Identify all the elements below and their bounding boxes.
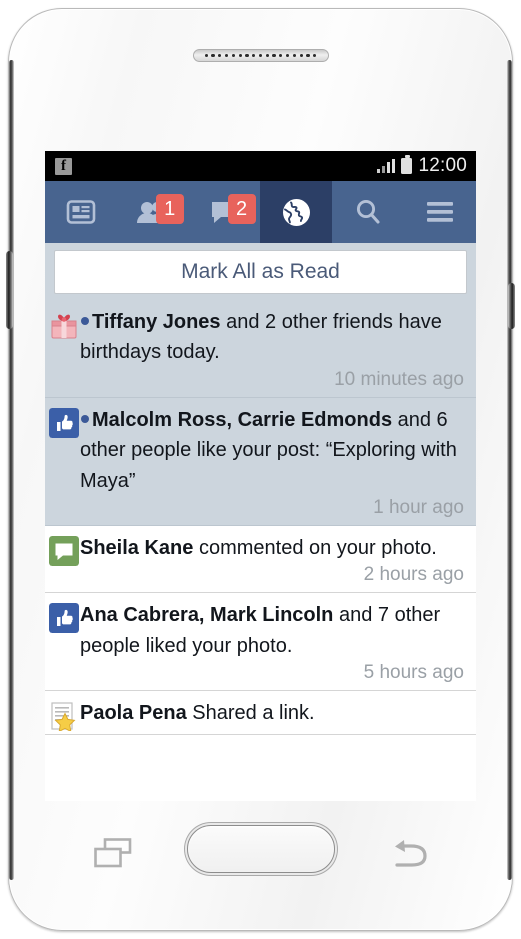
notification-text: Tiffany Jones and 2 other friends have b… <box>80 307 468 368</box>
notification-item[interactable]: Paola Pena Shared a link. <box>45 691 476 736</box>
speaker-hole <box>258 53 263 58</box>
notification-body: Malcolm Ross, Carrie Edmonds and 6 other… <box>79 405 468 522</box>
notification-timestamp: 1 hour ago <box>373 496 464 518</box>
speaker-hole <box>306 53 310 58</box>
speaker-hole <box>272 53 276 58</box>
nav-button-friend-requests[interactable]: 1 <box>117 181 189 243</box>
speaker-hole <box>204 53 208 58</box>
speaker-hole <box>218 53 222 58</box>
notification-timestamp: 2 hours ago <box>363 564 464 586</box>
shared-link-star-icon <box>49 701 79 732</box>
notification-actor: Malcolm Ross, Carrie Edmonds <box>92 408 393 431</box>
speaker-hole <box>252 53 256 58</box>
nav-button-notifications[interactable] <box>260 181 333 243</box>
unread-dot-icon <box>81 415 89 423</box>
thumbs-up-icon <box>49 603 79 634</box>
speaker-hole <box>279 53 283 58</box>
notification-body: Ana Cabrera, Mark Lincoln and 7 other pe… <box>79 600 468 687</box>
speaker-hole <box>211 53 215 58</box>
speaker-hole <box>231 53 235 58</box>
notification-timestamp: 5 hours ago <box>363 662 464 684</box>
notification-detail: Shared a link. <box>186 702 315 725</box>
notification-text: Malcolm Ross, Carrie Edmonds and 6 other… <box>80 405 468 496</box>
unread-dot-icon <box>81 317 89 326</box>
mark-all-zone: Mark All as Read <box>45 243 476 300</box>
notification-list: Tiffany Jones and 2 other friends have b… <box>45 300 476 736</box>
nav-badge-messages: 2 <box>227 194 256 224</box>
speaker-hole <box>238 53 242 58</box>
app-nav-bar: 12 <box>45 181 476 243</box>
notification-actor: Paola Pena <box>80 702 187 725</box>
speaker-hole <box>265 53 269 58</box>
search-icon <box>353 197 383 227</box>
speaker-hole <box>225 53 229 58</box>
nav-badge-friend-requests: 1 <box>155 194 184 224</box>
signal-bars-icon <box>376 159 396 173</box>
notification-body: Paola Pena Shared a link. <box>79 698 468 731</box>
notification-timestamp: 10 minutes ago <box>334 368 464 390</box>
speaker-hole <box>299 53 303 58</box>
status-clock: 12:00 <box>418 155 467 176</box>
notification-text: Sheila Kane commented on your photo. <box>80 533 468 563</box>
phone-device: f 12:00 12 Mark All as Read Tiffany Jone… <box>6 8 515 931</box>
phone-left-rim <box>9 60 14 880</box>
hardware-key-row <box>8 820 513 890</box>
nav-button-search[interactable] <box>332 181 404 243</box>
globe-icon <box>281 197 312 228</box>
earpiece-speaker <box>192 49 329 62</box>
phone-right-rim <box>507 60 512 880</box>
notification-text: Ana Cabrera, Mark Lincoln and 7 other pe… <box>80 600 468 661</box>
notification-text: Paola Pena Shared a link. <box>80 698 468 728</box>
notification-actor: Ana Cabrera, Mark Lincoln <box>80 604 334 627</box>
nav-button-messages[interactable]: 2 <box>189 181 261 243</box>
status-bar-right: 12:00 <box>376 155 467 177</box>
status-bar: f 12:00 <box>45 151 476 181</box>
notification-item[interactable]: Tiffany Jones and 2 other friends have b… <box>45 300 476 398</box>
notification-body: Sheila Kane commented on your photo. 2 ho… <box>79 533 468 589</box>
hamburger-menu-icon <box>425 200 455 224</box>
battery-icon <box>401 155 413 174</box>
phone-screen: f 12:00 12 Mark All as Read Tiffany Jone… <box>45 151 476 801</box>
notification-item[interactable]: Ana Cabrera, Mark Lincoln and 7 other pe… <box>45 593 476 692</box>
notification-actor: Tiffany Jones <box>92 311 221 333</box>
notification-item[interactable]: Sheila Kane commented on your photo. 2 ho… <box>45 526 476 594</box>
notification-body: Tiffany Jones and 2 other friends have b… <box>79 307 468 394</box>
speaker-hole <box>292 53 296 58</box>
notification-item[interactable]: Malcolm Ross, Carrie Edmonds and 6 other… <box>45 397 476 526</box>
mark-all-as-read-button[interactable]: Mark All as Read <box>54 250 467 294</box>
back-button[interactable] <box>391 837 431 869</box>
nav-button-more[interactable] <box>404 181 476 243</box>
gift-icon <box>49 310 79 340</box>
home-button[interactable] <box>186 825 335 873</box>
facebook-logo: f <box>55 157 72 175</box>
volume-rocker-button[interactable] <box>6 251 13 329</box>
newsfeed-icon <box>66 199 96 225</box>
comment-icon <box>49 535 79 566</box>
nav-button-newsfeed[interactable] <box>45 181 117 243</box>
speaker-hole <box>245 53 249 58</box>
speaker-hole <box>286 53 290 58</box>
notification-detail: commented on your photo. <box>193 536 437 559</box>
speaker-hole <box>313 53 317 58</box>
thumbs-up-icon <box>49 407 79 438</box>
power-button[interactable] <box>508 283 515 329</box>
recent-apps-button[interactable] <box>94 838 132 868</box>
notification-actor: Sheila Kane <box>80 536 194 559</box>
